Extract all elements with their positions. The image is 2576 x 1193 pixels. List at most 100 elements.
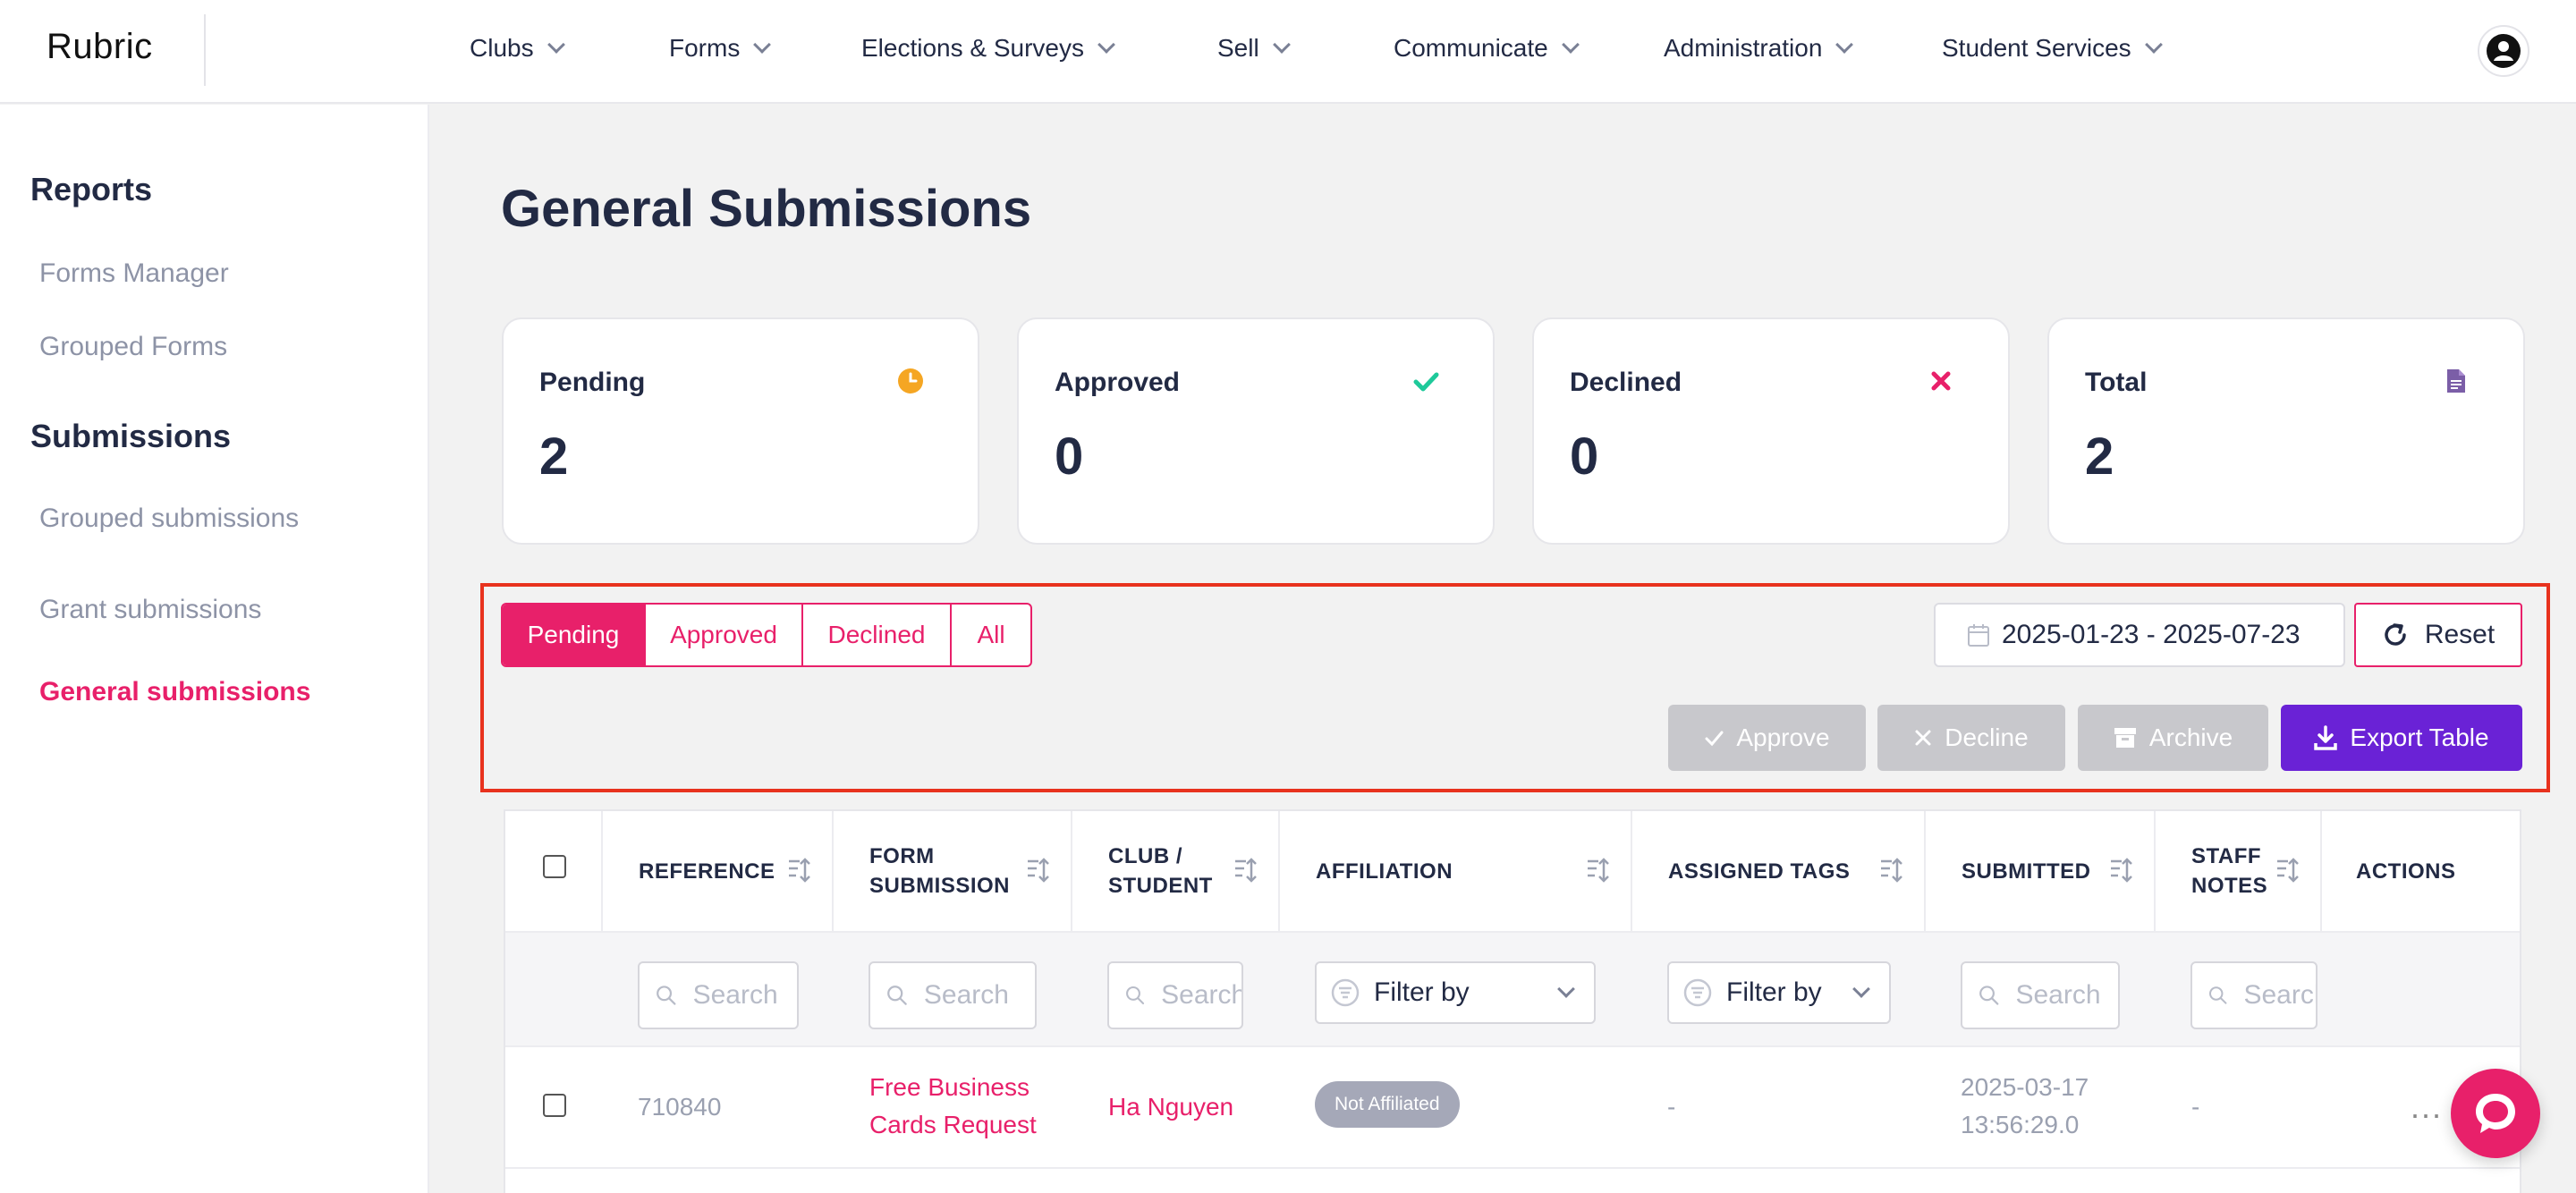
- sort-icon[interactable]: [785, 856, 812, 884]
- header-actions: ACTIONS: [2322, 811, 2523, 931]
- tab-pending[interactable]: Pending: [503, 605, 646, 665]
- select-all-checkbox[interactable]: [543, 855, 566, 878]
- reset-button[interactable]: Reset: [2354, 603, 2522, 667]
- sidebar-item-general-submissions[interactable]: General submissions: [39, 677, 310, 707]
- refresh-icon: [2385, 623, 2406, 646]
- staff-notes-search-input[interactable]: [2243, 980, 2316, 1011]
- sort-icon[interactable]: [1584, 856, 1611, 884]
- decline-button[interactable]: Decline: [1877, 705, 2065, 771]
- nav-communicate[interactable]: Communicate: [1394, 34, 1580, 63]
- stat-value: 0: [1570, 427, 1599, 486]
- logo-divider: [204, 14, 206, 86]
- column-header-line: FORM: [869, 844, 935, 868]
- sort-icon[interactable]: [2107, 856, 2134, 884]
- filter-placeholder: Filter by: [1726, 977, 1822, 1007]
- header-staff-notes[interactable]: STAFF NOTES: [2156, 811, 2322, 931]
- stat-value: 0: [1055, 427, 1084, 486]
- column-header-label: FORM SUBMISSION: [869, 811, 1010, 931]
- export-table-button[interactable]: Export Table: [2281, 705, 2522, 771]
- sidebar-item-grouped-submissions[interactable]: Grouped submissions: [39, 503, 299, 534]
- club-student-link[interactable]: Ha Nguyen: [1108, 1088, 1233, 1126]
- sort-icon[interactable]: [1024, 856, 1051, 884]
- nav-sell[interactable]: Sell: [1217, 34, 1291, 63]
- affiliation-filter-select[interactable]: Filter by: [1315, 961, 1596, 1024]
- search-icon: [657, 986, 676, 1005]
- header-form-submission[interactable]: FORM SUBMISSION: [834, 811, 1072, 931]
- header-affiliation[interactable]: AFFILIATION: [1280, 811, 1632, 931]
- chat-widget-button[interactable]: [2451, 1069, 2540, 1158]
- nav-label: Communicate: [1394, 34, 1548, 62]
- column-header-label: STAFF NOTES: [2191, 811, 2267, 931]
- tab-declined[interactable]: Declined: [803, 605, 952, 665]
- sidebar-item-grouped-forms[interactable]: Grouped Forms: [39, 332, 227, 362]
- nav-forms[interactable]: Forms: [669, 34, 772, 63]
- header-assigned-tags[interactable]: ASSIGNED TAGS: [1632, 811, 1926, 931]
- submitted-time: 13:56:29.0: [1961, 1111, 2080, 1138]
- cell-assigned-tags: -: [1667, 1093, 1676, 1121]
- chevron-down-icon: [547, 36, 565, 54]
- sidebar: Reports Forms Manager Grouped Forms Subm…: [0, 105, 429, 1193]
- assigned-tags-filter-select[interactable]: Filter by: [1667, 961, 1891, 1024]
- chevron-down-icon: [1835, 36, 1854, 54]
- submitted-date: 2025-03-17: [1961, 1073, 2089, 1101]
- nav-elections-surveys[interactable]: Elections & Surveys: [861, 34, 1115, 63]
- approve-button[interactable]: Approve: [1668, 705, 1866, 771]
- submitted-search-input[interactable]: [2015, 980, 2118, 1011]
- header-club-student[interactable]: CLUB / STUDENT: [1072, 811, 1280, 931]
- document-icon: [2441, 366, 2471, 396]
- chevron-down-icon: [1557, 980, 1575, 998]
- column-header-label: ACTIONS: [2356, 859, 2456, 884]
- sidebar-item-forms-manager[interactable]: Forms Manager: [39, 258, 229, 289]
- club-student-search[interactable]: [1107, 961, 1243, 1029]
- chevron-down-icon: [753, 36, 772, 54]
- header-submitted[interactable]: SUBMITTED: [1926, 811, 2156, 931]
- staff-notes-search[interactable]: [2190, 961, 2318, 1029]
- sort-icon[interactable]: [1877, 856, 1904, 884]
- stat-label: Total: [2085, 368, 2148, 397]
- user-menu-button[interactable]: [2478, 25, 2529, 77]
- sidebar-heading-reports: Reports: [30, 171, 153, 207]
- user-avatar-icon: [2487, 34, 2521, 68]
- stat-value: 2: [539, 427, 569, 486]
- archive-button[interactable]: Archive: [2078, 705, 2268, 771]
- affiliation-badge: Not Affiliated: [1315, 1081, 1460, 1128]
- stat-label: Declined: [1570, 368, 1682, 397]
- nav-student-services[interactable]: Student Services: [1942, 34, 2163, 63]
- nav-clubs[interactable]: Clubs: [470, 34, 565, 63]
- row-actions-menu[interactable]: ...: [2411, 1088, 2443, 1126]
- submissions-table: REFERENCE FORM SUBMISSION CLUB / STUDENT A…: [504, 809, 2521, 1193]
- nav-label: Forms: [669, 34, 741, 62]
- club-student-search-input[interactable]: [1161, 980, 1241, 1011]
- form-submission-link[interactable]: Free Business Cards Request: [869, 1069, 1037, 1144]
- column-header-label: ASSIGNED TAGS: [1668, 859, 1851, 884]
- submitted-search[interactable]: [1961, 961, 2120, 1029]
- cell-reference: 710840: [638, 1093, 722, 1121]
- filter-placeholder: Filter by: [1374, 977, 1470, 1007]
- sort-icon[interactable]: [1232, 856, 1258, 884]
- tab-all[interactable]: All: [952, 605, 1030, 665]
- row-checkbox[interactable]: [543, 1094, 566, 1117]
- form-submission-search[interactable]: [869, 961, 1037, 1029]
- search-icon: [1979, 986, 1999, 1005]
- column-header-label: AFFILIATION: [1316, 859, 1453, 884]
- column-header-line: CLUB /: [1108, 844, 1182, 868]
- column-header-label: CLUB / STUDENT: [1108, 811, 1213, 931]
- sidebar-item-grant-submissions[interactable]: Grant submissions: [39, 595, 261, 625]
- nav-label: Student Services: [1942, 34, 2131, 62]
- app-logo[interactable]: Rubric: [47, 27, 153, 67]
- column-header-line: NOTES: [2191, 874, 2268, 898]
- nav-administration[interactable]: Administration: [1664, 34, 1854, 63]
- sort-icon[interactable]: [2274, 856, 2301, 884]
- reference-search-input[interactable]: [692, 980, 797, 1011]
- form-submission-search-input[interactable]: [923, 980, 1035, 1011]
- export-label: Export Table: [2350, 723, 2489, 751]
- sidebar-heading-submissions: Submissions: [30, 418, 232, 454]
- reference-search[interactable]: [638, 961, 799, 1029]
- stat-card-declined: Declined 0: [1532, 317, 2010, 545]
- tab-approved[interactable]: Approved: [646, 605, 803, 665]
- check-icon: [1411, 366, 1441, 396]
- filter-icon: [1331, 978, 1360, 1007]
- search-icon: [2209, 986, 2227, 1004]
- date-range-picker[interactable]: 2025-01-23 - 2025-07-23: [1934, 603, 2345, 667]
- header-reference[interactable]: REFERENCE: [603, 811, 834, 931]
